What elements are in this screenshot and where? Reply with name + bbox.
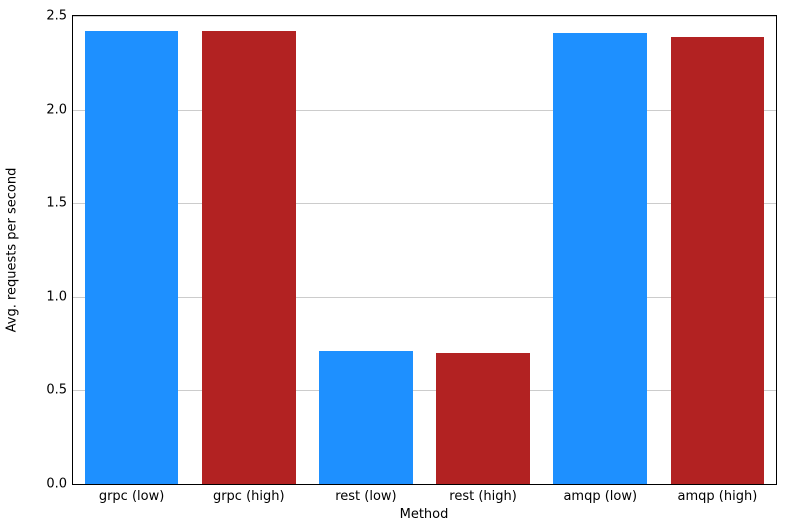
x-tick-label: amqp (high) <box>678 489 758 504</box>
figure: 0.0 0.5 1.0 1.5 2.0 2.5 grpc (low) grpc (high)… <box>0 0 800 527</box>
y-tick-label: 1.0 <box>17 289 67 304</box>
y-tick-label: 0.0 <box>17 477 67 492</box>
plot-area <box>72 15 777 485</box>
x-tick-label: rest (high) <box>449 489 517 504</box>
y-tick-label: 2.5 <box>17 9 67 24</box>
gridline <box>73 16 776 17</box>
x-tick-label: amqp (low) <box>563 489 637 504</box>
bar <box>436 353 530 484</box>
y-tick-label: 0.5 <box>17 383 67 398</box>
bar <box>202 31 296 484</box>
y-axis-label: Avg. requests per second <box>5 168 20 333</box>
bar <box>553 33 647 484</box>
x-tick-label: grpc (low) <box>99 489 164 504</box>
y-tick-label: 2.0 <box>17 102 67 117</box>
bar <box>85 31 179 484</box>
y-tick-label: 1.5 <box>17 196 67 211</box>
x-axis-label: Method <box>400 507 449 522</box>
bar <box>671 37 765 484</box>
x-tick-label: rest (low) <box>335 489 396 504</box>
x-tick-label: grpc (high) <box>213 489 285 504</box>
bar <box>319 351 413 484</box>
